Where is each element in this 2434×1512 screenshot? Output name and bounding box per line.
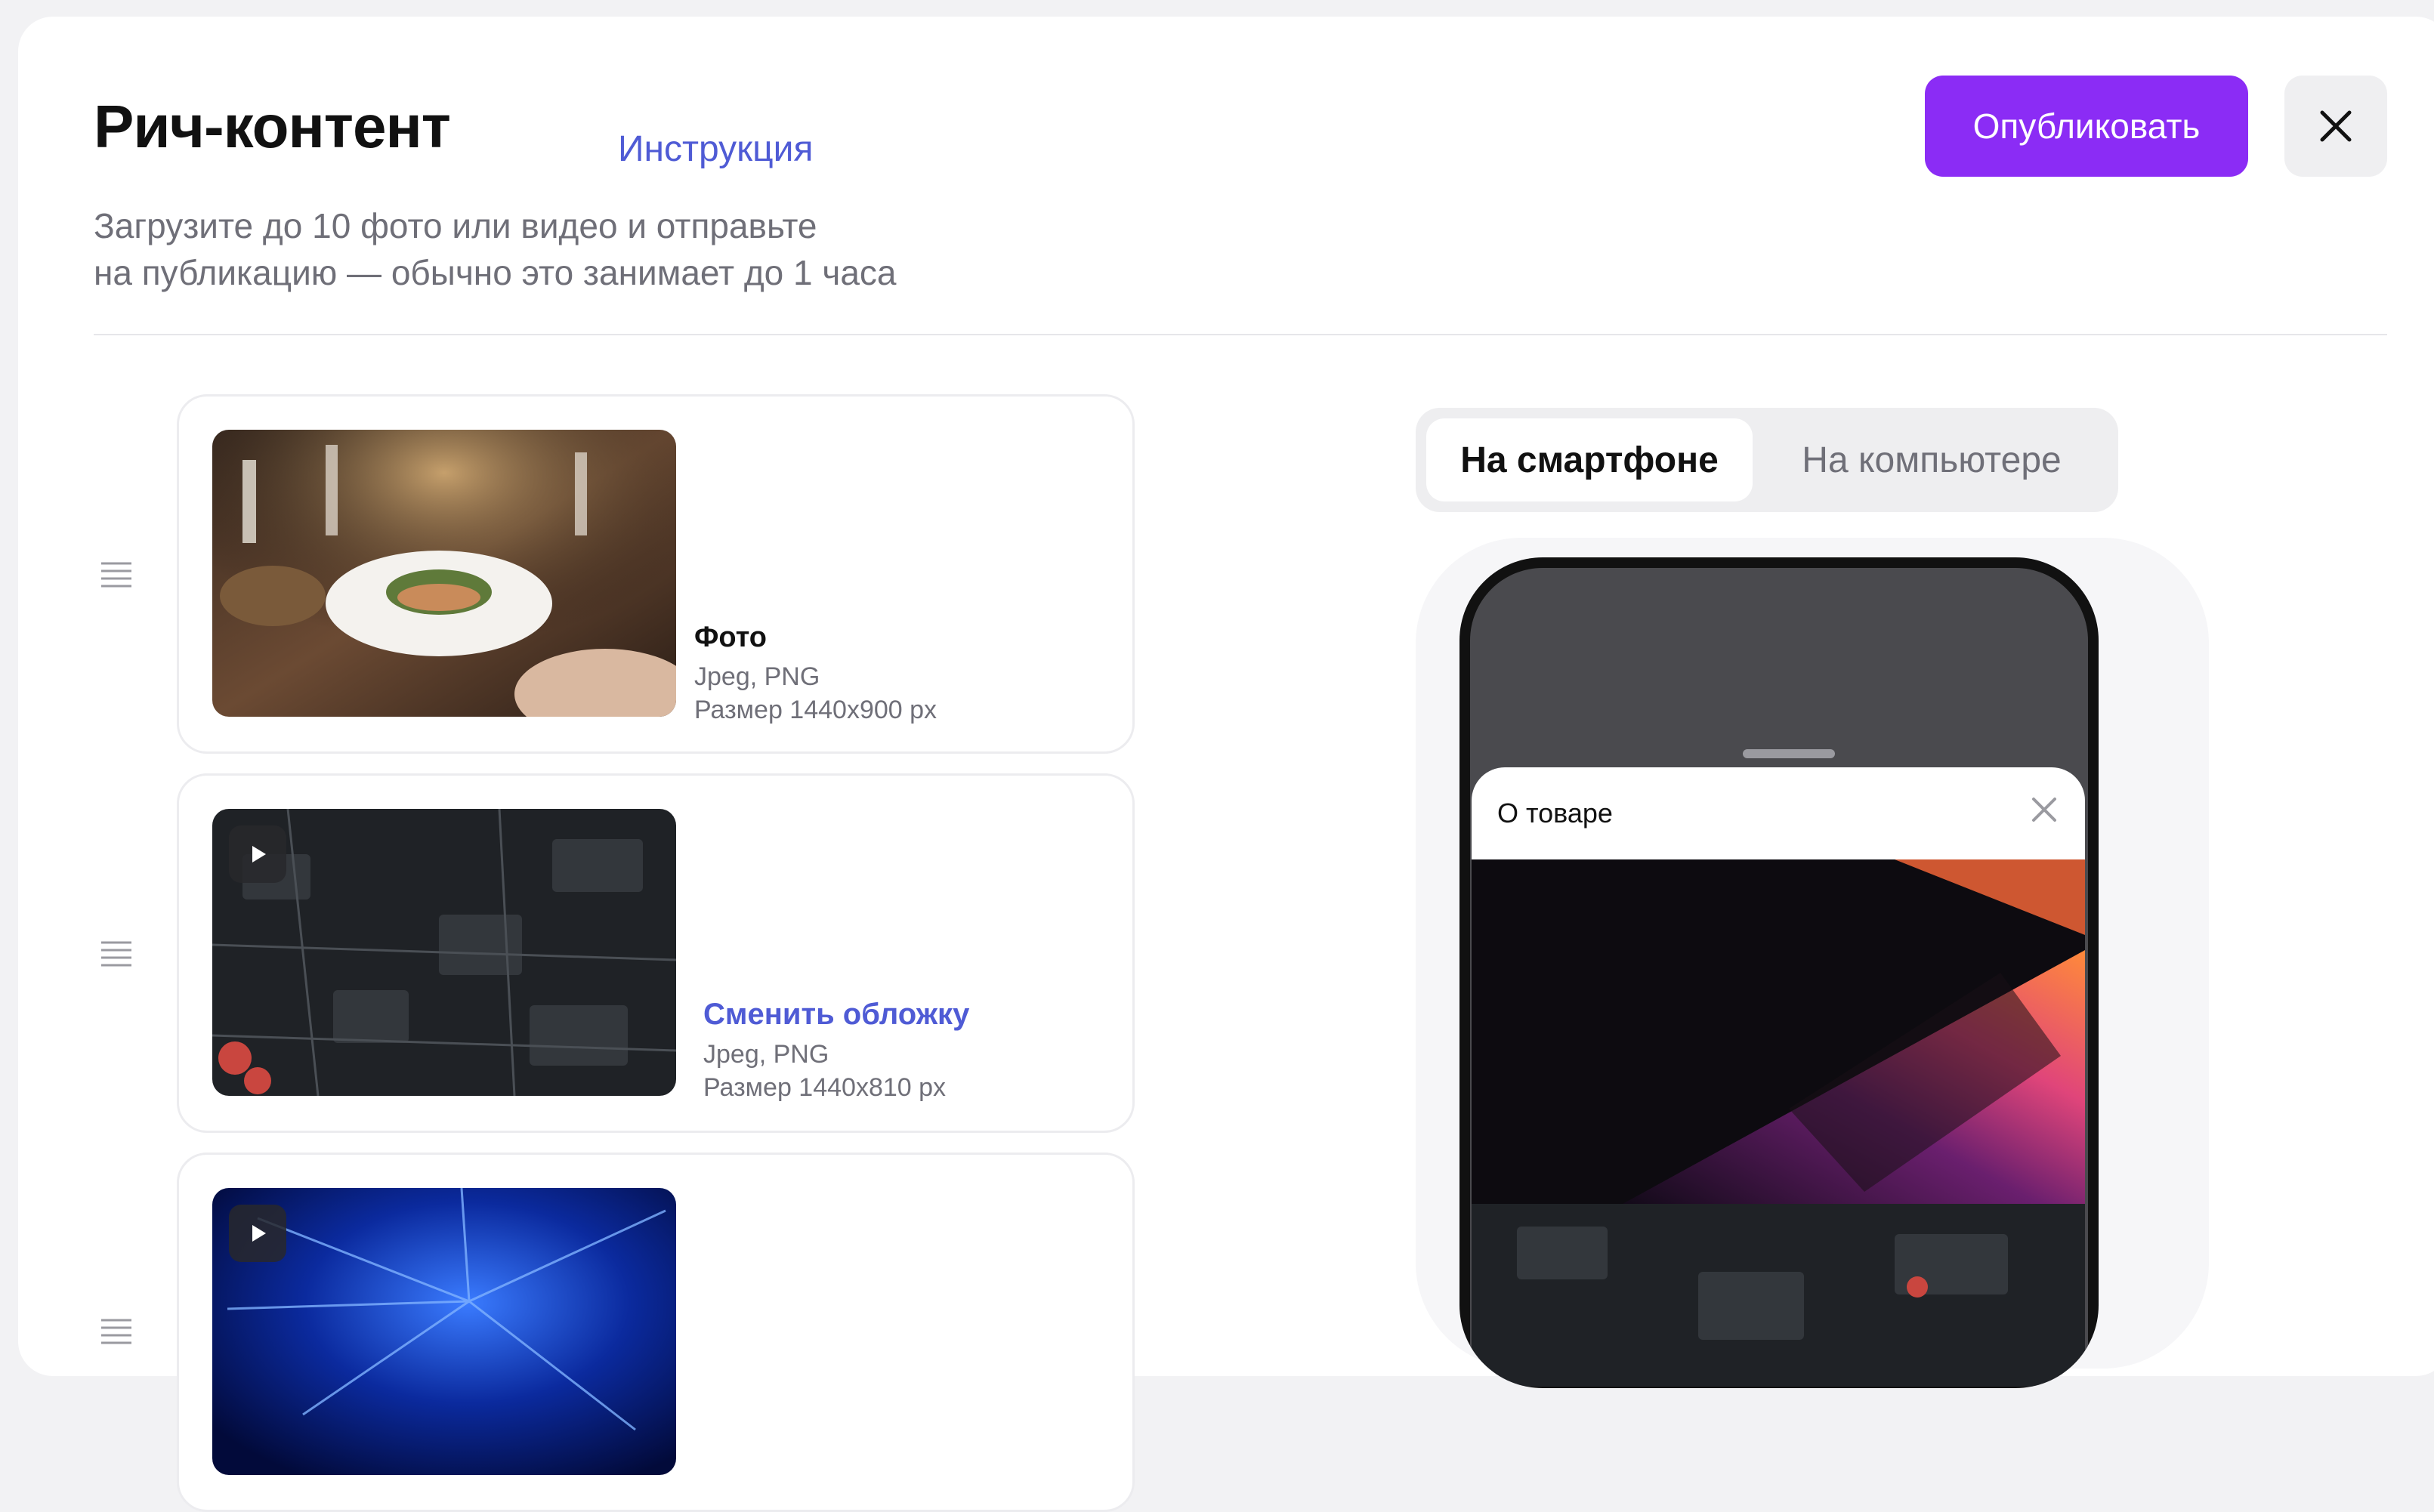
- publish-button[interactable]: Опубликовать: [1925, 76, 2248, 177]
- instruction-link[interactable]: Инструкция: [618, 128, 813, 170]
- sheet-header: О товаре: [1472, 767, 2085, 859]
- sheet-grabber: [1743, 749, 1835, 758]
- video-thumbnail[interactable]: [212, 809, 676, 1096]
- item-formats: Jpeg, PNG: [703, 1040, 829, 1069]
- phone-preview: О товаре: [1459, 557, 2099, 1388]
- item-size: Размер 1440x810 px: [703, 1073, 947, 1102]
- header-divider: [94, 334, 2387, 335]
- circuit-board-image: [1472, 1204, 2085, 1387]
- media-item-card: Фото Jpeg, PNG Размер 1440x900 px: [177, 394, 1135, 754]
- drag-handle-icon[interactable]: [100, 940, 133, 970]
- rich-content-modal: Рич-контент Инструкция Загрузите до 10 ф…: [18, 17, 2434, 1512]
- close-icon: [2320, 110, 2352, 142]
- drag-handle-icon[interactable]: [100, 1317, 133, 1347]
- page-title: Рич-контент: [94, 93, 451, 160]
- tab-smartphone[interactable]: На смартфоне: [1426, 418, 1753, 501]
- restaurant-photo: [212, 430, 676, 717]
- item-size: Размер 1440x900 px: [694, 696, 937, 724]
- item-meta: Фото Jpeg, PNG Размер 1440x900 px: [694, 622, 937, 727]
- close-button[interactable]: [2284, 76, 2387, 177]
- video-thumbnail[interactable]: [212, 1188, 676, 1475]
- play-icon[interactable]: [229, 1205, 286, 1262]
- item-type-label: Фото: [694, 622, 768, 653]
- media-item-card: [177, 1153, 1135, 1512]
- item-formats: Jpeg, PNG: [694, 662, 820, 691]
- change-cover-link[interactable]: Сменить обложку: [703, 998, 969, 1032]
- page-subtitle: Загрузите до 10 фото или видео и отправь…: [94, 202, 1076, 296]
- play-icon[interactable]: [229, 825, 286, 883]
- drag-handle-icon[interactable]: [100, 560, 133, 591]
- subtitle-line-1: Загрузите до 10 фото или видео и отправь…: [94, 206, 817, 245]
- sheet-title: О товаре: [1497, 798, 1613, 829]
- tab-desktop[interactable]: На компьютере: [1756, 418, 2108, 501]
- preview-device-toggle: На смартфоне На компьютере: [1416, 408, 2118, 512]
- item-meta: Сменить обложку Jpeg, PNG Размер 1440x81…: [703, 998, 969, 1104]
- media-item-card: Сменить обложку Jpeg, PNG Размер 1440x81…: [177, 773, 1135, 1133]
- photo-thumbnail[interactable]: [212, 430, 676, 717]
- product-sheet: О товаре: [1472, 767, 2085, 1387]
- close-icon[interactable]: [2029, 795, 2059, 825]
- subtitle-line-2: на публикацию — обычно это занимает до 1…: [94, 253, 897, 292]
- laptop-image: [1472, 859, 2085, 1204]
